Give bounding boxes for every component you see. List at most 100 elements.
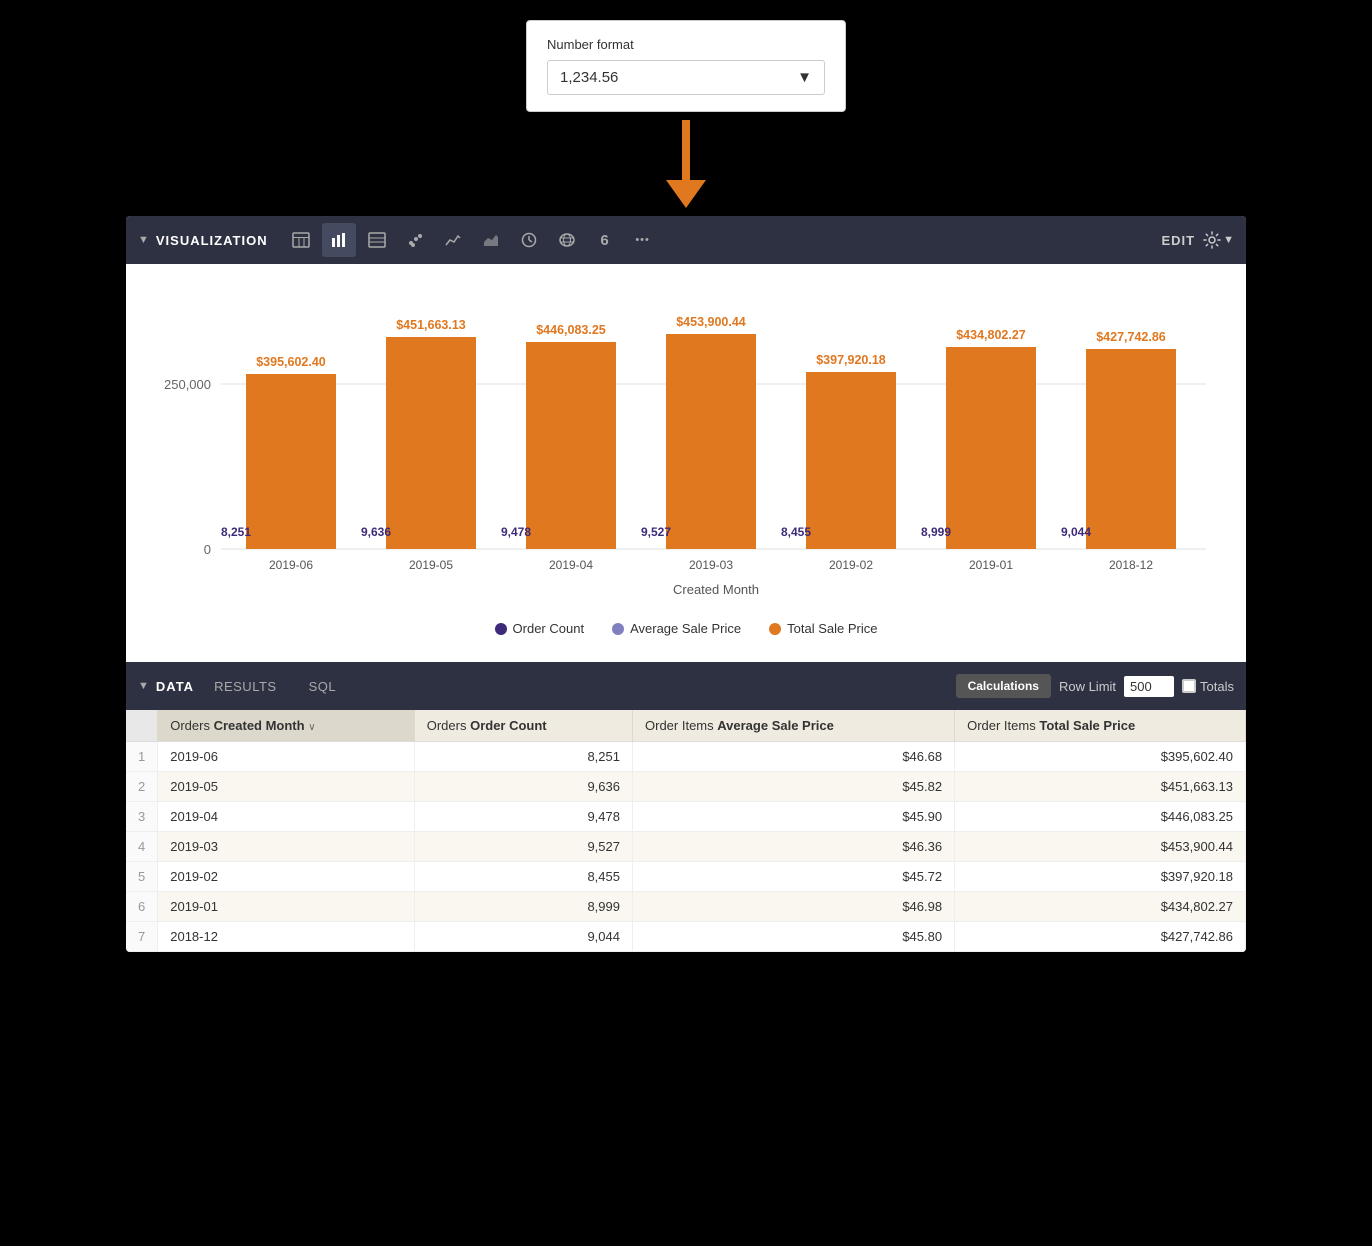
number-format-label: Number format <box>547 37 825 52</box>
viz-header-title: ▼ VISUALIZATION <box>138 233 268 248</box>
table-row: 4 2019-03 9,527 $46.36 $453,900.44 <box>126 832 1246 862</box>
svg-text:$451,663.13: $451,663.13 <box>396 318 466 332</box>
data-title: ▼ DATA <box>138 679 194 694</box>
row-number: 5 <box>126 862 158 892</box>
cell-avg-price: $46.98 <box>633 892 955 922</box>
svg-text:2019-05: 2019-05 <box>409 558 453 572</box>
svg-text:2018-12: 2018-12 <box>1109 558 1153 572</box>
cell-total-price: $397,920.18 <box>955 862 1246 892</box>
data-header: ▼ DATA RESULTS SQL Calculations Row Limi… <box>126 662 1246 710</box>
row-number: 2 <box>126 772 158 802</box>
svg-text:2019-06: 2019-06 <box>269 558 313 572</box>
map-icon-btn[interactable] <box>550 223 584 257</box>
row-limit-label: Row Limit <box>1059 679 1116 694</box>
cell-month: 2018-12 <box>158 922 415 952</box>
cell-month: 2019-04 <box>158 802 415 832</box>
bar-2019-03[interactable] <box>666 334 756 549</box>
svg-text:$397,920.18: $397,920.18 <box>816 353 886 367</box>
bar-2019-06[interactable] <box>246 374 336 549</box>
row-number: 1 <box>126 742 158 772</box>
totals-checkbox[interactable] <box>1182 679 1196 693</box>
cell-order-count: 8,999 <box>414 892 632 922</box>
svg-text:2019-03: 2019-03 <box>689 558 733 572</box>
legend-label-avg-price: Average Sale Price <box>630 621 741 636</box>
data-chevron-icon: ▼ <box>138 680 150 692</box>
legend-total-price: Total Sale Price <box>769 621 877 636</box>
table-icon-btn[interactable] <box>284 223 318 257</box>
totals-label: Totals <box>1182 679 1234 694</box>
table-row: 2 2019-05 9,636 $45.82 $451,663.13 <box>126 772 1246 802</box>
calculations-button[interactable]: Calculations <box>956 674 1051 698</box>
viz-chevron-icon: ▼ <box>138 234 150 246</box>
arrow-shaft <box>682 120 690 180</box>
svg-text:Created Month: Created Month <box>673 582 759 597</box>
col-header-total-price[interactable]: Order Items Total Sale Price <box>955 710 1246 742</box>
table-row: 3 2019-04 9,478 $45.90 $446,083.25 <box>126 802 1246 832</box>
bar-2018-12[interactable] <box>1086 349 1176 549</box>
table-row: 6 2019-01 8,999 $46.98 $434,802.27 <box>126 892 1246 922</box>
bar-2019-02[interactable] <box>806 372 896 549</box>
data-table: Orders Created Month ∨ Orders Order Coun… <box>126 710 1246 952</box>
bar-chart-icon-btn[interactable] <box>322 223 356 257</box>
cell-month: 2019-05 <box>158 772 415 802</box>
svg-text:$395,602.40: $395,602.40 <box>256 355 326 369</box>
svg-text:9,527: 9,527 <box>641 525 671 539</box>
scatter-icon-btn[interactable] <box>398 223 432 257</box>
row-limit-input[interactable] <box>1124 676 1174 697</box>
tab-sql[interactable]: SQL <box>293 671 353 702</box>
row-number: 4 <box>126 832 158 862</box>
viz-header-right: EDIT ▼ <box>1161 231 1234 249</box>
bar-2019-04[interactable] <box>526 342 616 549</box>
table-row: 5 2019-02 8,455 $45.72 $397,920.18 <box>126 862 1246 892</box>
col-header-order-count[interactable]: Orders Order Count <box>414 710 632 742</box>
tab-results[interactable]: RESULTS <box>198 671 293 702</box>
number-format-value: 1,234.56 <box>560 69 618 86</box>
area-chart-icon-btn[interactable] <box>474 223 508 257</box>
chart-legend: Order Count Average Sale Price Total Sal… <box>156 609 1216 652</box>
chart-svg: 250,000 0 $395,602.40 8,251 2019-06 $451… <box>156 284 1216 604</box>
clock-icon-btn[interactable] <box>512 223 546 257</box>
svg-text:$446,083.25: $446,083.25 <box>536 323 606 337</box>
viz-header: ▼ VISUALIZATION <box>126 216 1246 264</box>
more-icon-btn[interactable]: ••• <box>626 223 660 257</box>
row-number: 3 <box>126 802 158 832</box>
svg-text:8,455: 8,455 <box>781 525 811 539</box>
legend-label-order-count: Order Count <box>513 621 585 636</box>
svg-text:2019-01: 2019-01 <box>969 558 1013 572</box>
row-num-header <box>126 710 158 742</box>
chart-area: 250,000 0 $395,602.40 8,251 2019-06 $451… <box>126 264 1246 662</box>
cell-month: 2019-01 <box>158 892 415 922</box>
bar-2019-05[interactable] <box>386 337 476 549</box>
cell-total-price: $395,602.40 <box>955 742 1246 772</box>
settings-button[interactable]: ▼ <box>1203 231 1234 249</box>
cell-order-count: 8,455 <box>414 862 632 892</box>
number-format-select[interactable]: 1,234.56 ▼ <box>547 60 825 95</box>
legend-dot-total-price <box>769 623 781 635</box>
cell-month: 2019-06 <box>158 742 415 772</box>
number-icon-btn[interactable]: 6 <box>588 223 622 257</box>
data-title-text: DATA <box>156 679 194 694</box>
legend-label-total-price: Total Sale Price <box>787 621 877 636</box>
cell-order-count: 9,478 <box>414 802 632 832</box>
bar-2019-01[interactable] <box>946 347 1036 549</box>
line-chart-icon-btn[interactable] <box>436 223 470 257</box>
cell-order-count: 9,636 <box>414 772 632 802</box>
svg-text:9,636: 9,636 <box>361 525 391 539</box>
svg-text:8,999: 8,999 <box>921 525 951 539</box>
cell-avg-price: $45.80 <box>633 922 955 952</box>
cell-total-price: $453,900.44 <box>955 832 1246 862</box>
data-header-right: Calculations Row Limit Totals <box>956 674 1234 698</box>
col-header-created-month[interactable]: Orders Created Month ∨ <box>158 710 415 742</box>
cell-total-price: $446,083.25 <box>955 802 1246 832</box>
edit-button[interactable]: EDIT <box>1161 233 1195 248</box>
legend-avg-price: Average Sale Price <box>612 621 741 636</box>
svg-text:250,000: 250,000 <box>164 377 211 392</box>
cell-avg-price: $45.82 <box>633 772 955 802</box>
svg-text:2019-02: 2019-02 <box>829 558 873 572</box>
cell-avg-price: $46.36 <box>633 832 955 862</box>
cell-total-price: $451,663.13 <box>955 772 1246 802</box>
cell-month: 2019-02 <box>158 862 415 892</box>
list-icon-btn[interactable] <box>360 223 394 257</box>
legend-dot-avg-price <box>612 623 624 635</box>
col-header-avg-price[interactable]: Order Items Average Sale Price <box>633 710 955 742</box>
